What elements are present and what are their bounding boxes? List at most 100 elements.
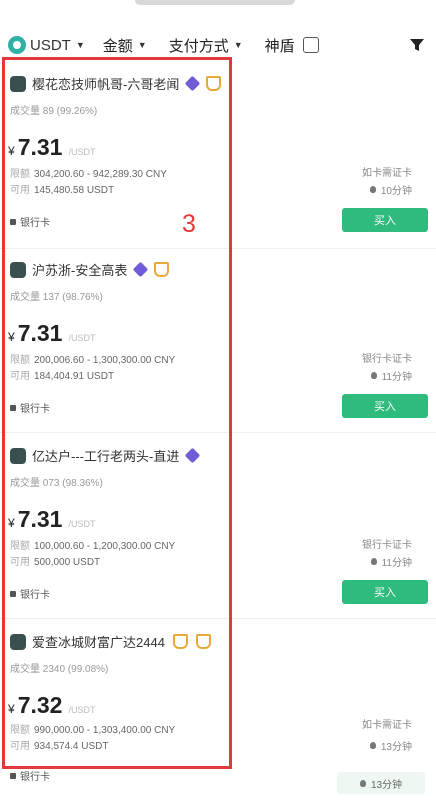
merchant-avatar xyxy=(10,633,26,650)
timer-icon xyxy=(370,372,377,379)
payment-time-value: 10分钟 xyxy=(380,186,412,197)
merchant-avatar xyxy=(10,447,26,464)
available-value: 500,000 USDT xyxy=(34,557,101,568)
merchant-name: 樱花恋技师帆哥-六哥老闻 xyxy=(32,77,180,92)
price-row: ¥ 7.31 /USDT xyxy=(8,134,95,161)
payment-filter[interactable]: 支付方式 ▼ xyxy=(169,35,243,56)
payment-time: 11分钟 xyxy=(370,554,412,569)
bank-card-icon xyxy=(10,404,16,411)
row-divider xyxy=(0,248,436,249)
price-unit: /USDT xyxy=(68,705,96,715)
fast-filter-checkbox[interactable] xyxy=(302,37,319,53)
currency-symbol: ¥ xyxy=(8,144,15,158)
payment-label: 银行卡 xyxy=(20,590,50,601)
merchant-avatar xyxy=(10,261,26,278)
limit-label: 限额 xyxy=(10,355,30,366)
right-payment-label: 银行卡证卡 xyxy=(362,354,412,365)
payment-method: 银行卡 xyxy=(10,586,50,601)
buy-button[interactable]: 买入 xyxy=(342,580,428,604)
payment-time: 10分钟 xyxy=(369,182,412,197)
listing-card: 樱花恋技师帆哥-六哥老闻 成交量 89 (99.26%) ¥ 7.31 /USD… xyxy=(0,68,436,254)
available-row: 可用 934,574.4 USDT xyxy=(10,737,109,752)
payment-time-value: 13分钟 xyxy=(380,742,412,753)
shield-badge-icon xyxy=(195,634,211,649)
price-row: ¥ 7.31 /USDT xyxy=(8,320,95,347)
right-payment-label: 银行卡证卡 xyxy=(362,540,412,551)
price-unit: /USDT xyxy=(68,519,96,529)
annotation-number: 3 xyxy=(182,210,196,238)
limit-label: 限额 xyxy=(10,169,30,180)
timer-icon xyxy=(369,742,376,749)
price-row: ¥ 7.32 /USDT xyxy=(8,692,95,719)
payment-label: 银行卡 xyxy=(20,218,50,229)
payment-method: 银行卡 xyxy=(10,400,50,415)
payment-time-value: 11分钟 xyxy=(381,372,412,383)
price: 7.31 xyxy=(17,320,63,346)
bottom-timer-label: 13分钟 xyxy=(370,779,403,791)
limit-row: 限额 304,200.60 - 942,289.30 CNY xyxy=(10,165,167,180)
merchant-header[interactable]: 樱花恋技师帆哥-六哥老闻 xyxy=(10,74,222,93)
coin-label: USDT xyxy=(30,36,71,54)
limit-value: 304,200.60 - 942,289.30 CNY xyxy=(34,169,167,180)
top-notch xyxy=(135,0,295,5)
timer-icon xyxy=(369,186,376,193)
payment-method: 银行卡 xyxy=(10,214,50,229)
timer-icon xyxy=(359,779,366,787)
payment-filter-label: 支付方式 xyxy=(168,37,229,55)
right-payment-label: 如卡需证卡 xyxy=(362,720,412,731)
shield-badge-icon xyxy=(172,634,188,649)
merchant-header[interactable]: 沪苏浙-安全高表 xyxy=(10,260,170,279)
filter-funnel-icon[interactable] xyxy=(408,36,426,54)
limit-value: 200,006.60 - 1,300,300.00 CNY xyxy=(34,355,176,366)
merchant-name: 沪苏浙-安全高表 xyxy=(32,263,128,278)
available-value: 145,480.58 USDT xyxy=(34,185,115,196)
bank-card-icon xyxy=(10,218,16,225)
timer-icon xyxy=(370,558,377,565)
currency-symbol: ¥ xyxy=(8,330,15,344)
amount-filter[interactable]: 金额 ▼ xyxy=(103,35,147,56)
diamond-badge-icon xyxy=(133,261,149,278)
available-row: 可用 145,480.58 USDT xyxy=(10,181,114,196)
usdt-coin-icon xyxy=(8,36,26,54)
row-divider xyxy=(0,618,436,619)
available-row: 可用 184,404.91 USDT xyxy=(10,367,114,382)
available-label: 可用 xyxy=(10,557,30,568)
limit-label: 限额 xyxy=(10,725,30,736)
shield-badge-icon xyxy=(206,76,222,91)
bank-card-icon xyxy=(10,772,16,779)
buy-button[interactable]: 买入 xyxy=(342,394,428,418)
row-divider xyxy=(0,432,436,433)
payment-time: 13分钟 xyxy=(369,738,412,753)
merchant-name: 亿达户---工行老两头-直进 xyxy=(32,449,180,464)
merchant-header[interactable]: 爱查冰城财富广达2444 xyxy=(10,632,211,651)
listing-card: 亿达户---工行老两头-直进 成交量 073 (98.36%) ¥ 7.31 /… xyxy=(0,440,436,626)
diamond-badge-icon xyxy=(185,447,201,464)
payment-time: 11分钟 xyxy=(370,368,412,383)
price: 7.31 xyxy=(17,134,63,160)
coin-selector[interactable]: USDT ▼ xyxy=(8,36,85,54)
listing-card: 沪苏浙-安全高表 成交量 137 (98.76%) ¥ 7.31 /USDT 限… xyxy=(0,254,436,440)
merchant-header[interactable]: 亿达户---工行老两头-直进 xyxy=(10,446,201,465)
price-unit: /USDT xyxy=(68,147,96,157)
available-label: 可用 xyxy=(10,185,30,196)
fast-filter[interactable]: 神盾 xyxy=(265,35,319,56)
payment-method: 银行卡 xyxy=(10,768,50,783)
available-value: 184,404.91 USDT xyxy=(34,371,115,382)
limit-row: 限额 100,000.60 - 1,200,300.00 CNY xyxy=(10,537,175,552)
trade-stats: 成交量 89 (99.26%) xyxy=(10,106,98,117)
filter-bar: USDT ▼ 金额 ▼ 支付方式 ▼ 神盾 xyxy=(0,22,436,68)
buy-button[interactable]: 买入 xyxy=(342,208,428,232)
limit-row: 限额 990,000.00 - 1,303,400.00 CNY xyxy=(10,721,175,736)
payment-label: 银行卡 xyxy=(20,404,50,415)
limit-row: 限额 200,006.60 - 1,300,300.00 CNY xyxy=(10,351,175,366)
amount-filter-label: 金额 xyxy=(102,37,133,55)
bottom-timer-button[interactable]: 13分钟 xyxy=(337,772,425,794)
caret-down-icon: ▼ xyxy=(75,40,85,50)
available-label: 可用 xyxy=(10,371,30,382)
payment-time-value: 11分钟 xyxy=(381,558,412,569)
diamond-badge-icon xyxy=(185,75,201,92)
available-row: 可用 500,000 USDT xyxy=(10,553,100,568)
currency-symbol: ¥ xyxy=(8,516,15,530)
available-label: 可用 xyxy=(10,741,30,752)
bank-card-icon xyxy=(10,590,16,597)
